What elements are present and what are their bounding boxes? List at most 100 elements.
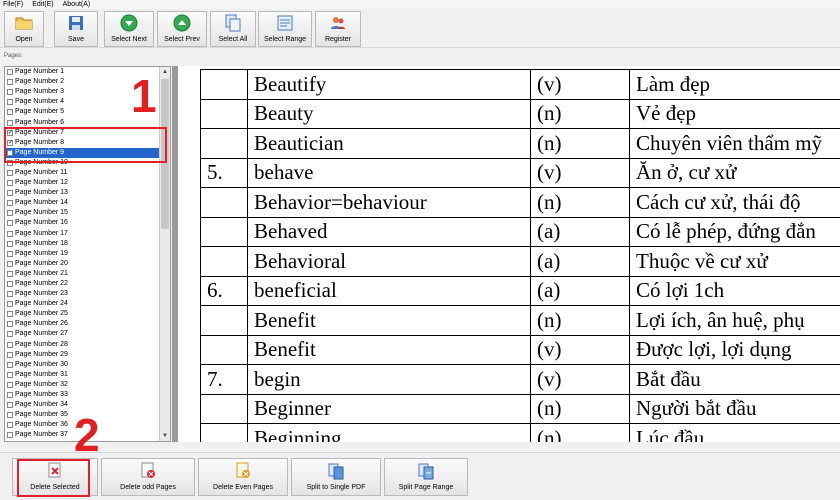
- page-list-item[interactable]: Page Number 33: [5, 390, 160, 400]
- page-list-item[interactable]: Page Number 21: [5, 269, 160, 279]
- scroll-down-icon[interactable]: ▼: [160, 431, 170, 441]
- split-page-range-button[interactable]: Split Page Range: [384, 458, 468, 496]
- page-checkbox[interactable]: [7, 240, 13, 247]
- page-list-scrollbar[interactable]: ▲ ▼: [159, 67, 170, 441]
- cell-pos: (v): [530, 69, 630, 100]
- page-item-label: Page Number 15: [15, 209, 68, 217]
- page-checkbox[interactable]: [7, 260, 13, 267]
- page-checkbox[interactable]: [7, 281, 13, 288]
- page-list-item[interactable]: Page Number 23: [5, 289, 160, 299]
- page-checkbox[interactable]: [7, 311, 13, 318]
- page-checkbox[interactable]: [7, 89, 13, 96]
- page-list-item[interactable]: Page Number 27: [5, 329, 160, 339]
- select-all-button[interactable]: Select All: [210, 11, 256, 47]
- page-checkbox[interactable]: [7, 331, 13, 338]
- page-checkbox[interactable]: [7, 412, 13, 419]
- cell-pos: (v): [530, 334, 630, 365]
- register-button[interactable]: Register: [315, 11, 361, 47]
- select-prev-button[interactable]: Select Prev: [157, 11, 207, 47]
- page-list-item[interactable]: Page Number 20: [5, 259, 160, 269]
- page-checkbox[interactable]: [7, 361, 13, 368]
- open-button[interactable]: Open: [4, 11, 44, 47]
- cell-num: [200, 69, 248, 100]
- delete-even-pages-button[interactable]: Delete Even Pages: [198, 458, 288, 496]
- menu-file[interactable]: File(F): [3, 0, 23, 9]
- cell-num: [200, 216, 248, 247]
- page-checkbox[interactable]: [7, 180, 13, 187]
- menu-edit[interactable]: Edit(E): [32, 0, 53, 9]
- page-list-item[interactable]: Page Number 15: [5, 208, 160, 218]
- pages-label: Pages:: [4, 53, 23, 59]
- page-checkbox[interactable]: [7, 250, 13, 257]
- page-list-item[interactable]: Page Number 18: [5, 239, 160, 249]
- page-checkbox[interactable]: [7, 321, 13, 328]
- page-checkbox[interactable]: [7, 371, 13, 378]
- page-item-label: Page Number 33: [15, 391, 68, 399]
- cell-word: beneficial: [247, 275, 531, 306]
- cell-meaning: Được lợi, lợi dụng: [629, 334, 840, 365]
- page-list-item[interactable]: Page Number 26: [5, 319, 160, 329]
- table-row: Beautician (n) Chuyên viên thẩm mỹ: [200, 128, 840, 159]
- page-checkbox[interactable]: [7, 230, 13, 237]
- cell-pos: (v): [530, 364, 630, 395]
- cell-num: [200, 423, 248, 442]
- page-item-label: Page Number 37: [15, 431, 68, 439]
- page-checkbox[interactable]: [7, 79, 13, 86]
- page-item-label: Page Number 18: [15, 239, 68, 247]
- page-item-label: Page Number 26: [15, 320, 68, 328]
- table-row: Beginner (n) Người bắt đầu: [200, 393, 840, 424]
- page-checkbox[interactable]: [7, 432, 13, 439]
- menu-about[interactable]: About(A): [63, 0, 91, 9]
- scroll-up-icon[interactable]: ▲: [160, 67, 170, 77]
- page-checkbox[interactable]: [7, 220, 13, 227]
- cell-meaning: Có lợi 1ch: [629, 275, 840, 306]
- page-list-item[interactable]: Page Number 25: [5, 309, 160, 319]
- delete-odd-pages-button[interactable]: Delete odd Pages: [101, 458, 195, 496]
- page-list-item[interactable]: Page Number 30: [5, 360, 160, 370]
- page-checkbox[interactable]: [7, 190, 13, 197]
- page-list-item[interactable]: Page Number 31: [5, 370, 160, 380]
- select-next-button[interactable]: Select Next: [104, 11, 154, 47]
- page-item-label: Page Number 35: [15, 411, 68, 419]
- page-list-item[interactable]: Page Number 12: [5, 178, 160, 188]
- page-checkbox[interactable]: [7, 402, 13, 409]
- page-list-item[interactable]: Page Number 11: [5, 168, 160, 178]
- page-checkbox[interactable]: [7, 381, 13, 388]
- cell-num: [200, 187, 248, 218]
- select-range-button[interactable]: Select Range: [258, 11, 312, 47]
- page-checkbox[interactable]: [7, 291, 13, 298]
- table-row: 6. beneficial (a) Có lợi 1ch: [200, 275, 840, 306]
- page-list-item[interactable]: Page Number 13: [5, 188, 160, 198]
- save-button[interactable]: Save: [54, 11, 98, 47]
- page-checkbox[interactable]: [7, 169, 13, 176]
- cell-word: begin: [247, 364, 531, 395]
- page-list-item[interactable]: Page Number 22: [5, 279, 160, 289]
- page-checkbox[interactable]: [7, 392, 13, 399]
- cell-pos: (a): [530, 246, 630, 277]
- page-checkbox[interactable]: [7, 69, 13, 76]
- page-list-item[interactable]: Page Number 24: [5, 299, 160, 309]
- table-row: 7. begin (v) Bắt đầu: [200, 364, 840, 395]
- page-checkbox[interactable]: [7, 422, 13, 429]
- page-list-item[interactable]: Page Number 14: [5, 198, 160, 208]
- page-checkbox[interactable]: [7, 109, 13, 116]
- page-checkbox[interactable]: [7, 351, 13, 358]
- page-checkbox[interactable]: [7, 301, 13, 308]
- page-checkbox[interactable]: [7, 270, 13, 277]
- page-checkbox[interactable]: [7, 119, 13, 126]
- page-list-item[interactable]: Page Number 19: [5, 249, 160, 259]
- page-list-item[interactable]: Page Number 28: [5, 340, 160, 350]
- save-label: Save: [68, 36, 84, 43]
- page-checkbox[interactable]: [7, 210, 13, 217]
- page-item-label: Page Number 19: [15, 249, 68, 257]
- page-checkbox[interactable]: [7, 341, 13, 348]
- page-list-item[interactable]: Page Number 29: [5, 350, 160, 360]
- page-list[interactable]: Page Number 1 Page Number 2 Page Number 3 P…: [4, 66, 171, 442]
- page-list-item[interactable]: Page Number 17: [5, 229, 160, 239]
- page-list-item[interactable]: Page Number 16: [5, 218, 160, 228]
- page-checkbox[interactable]: [7, 200, 13, 207]
- page-checkbox[interactable]: [7, 99, 13, 106]
- split-to-single-pdf-button[interactable]: Split to Single PDF: [291, 458, 381, 496]
- open-label: Open: [15, 36, 33, 43]
- page-list-item[interactable]: Page Number 32: [5, 380, 160, 390]
